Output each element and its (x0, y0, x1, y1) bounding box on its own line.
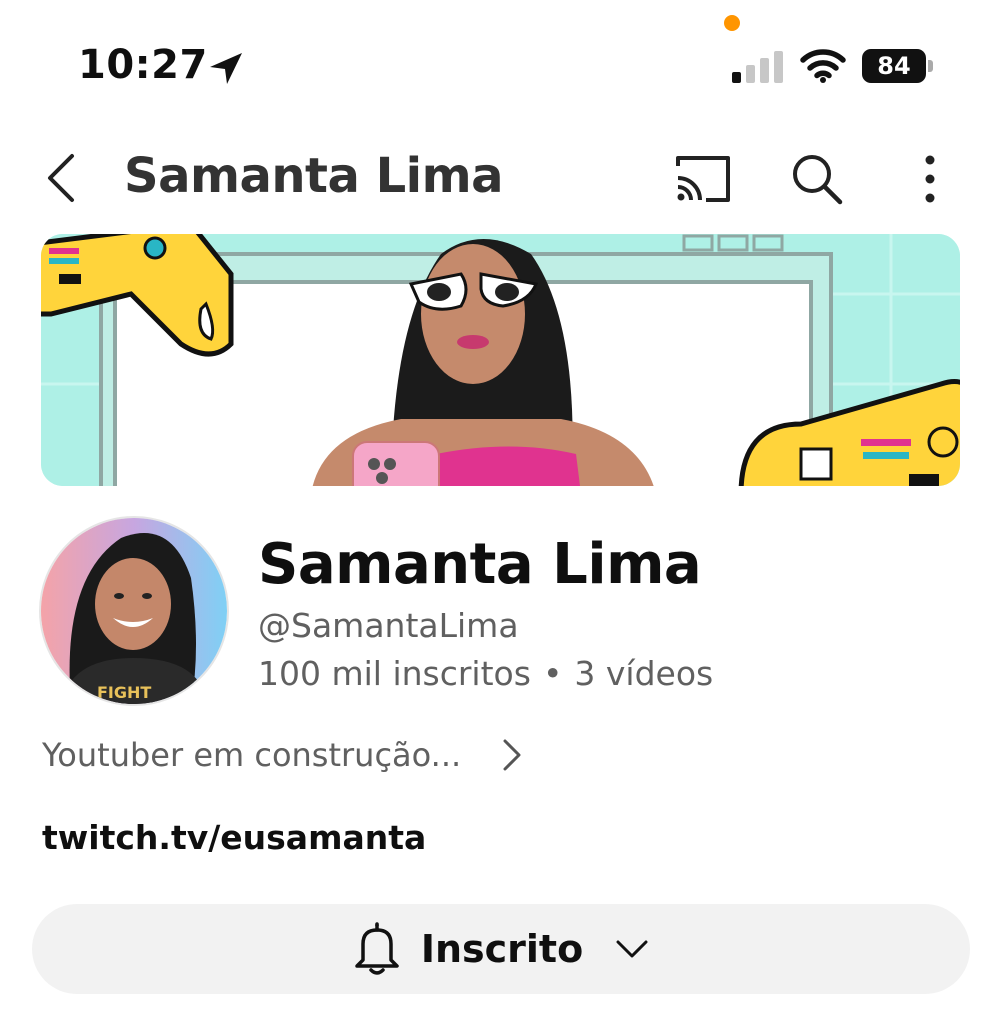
cast-icon[interactable] (672, 152, 734, 206)
channel-handle: @SamantaLima (258, 606, 519, 645)
chevron-right-icon (503, 739, 521, 771)
back-chevron-icon[interactable] (40, 148, 84, 208)
channel-description[interactable]: Youtuber em construção... (42, 733, 523, 777)
description-text: Youtuber em construção... (42, 736, 462, 774)
wifi-icon (800, 49, 846, 83)
subscriber-count: 100 mil inscritos (258, 654, 531, 693)
svg-text:FIGHT: FIGHT (97, 683, 151, 702)
video-count: 3 vídeos (574, 654, 714, 693)
channel-avatar[interactable]: FIGHT (39, 516, 229, 706)
subscribed-button[interactable]: Inscrito (32, 904, 970, 994)
channel-header-bar: Samanta Lima (0, 120, 1000, 230)
chevron-down-icon (616, 940, 648, 958)
avatar-photo: FIGHT (41, 518, 227, 704)
banner-artwork (41, 234, 960, 486)
battery-indicator: 84 (862, 49, 934, 83)
battery-percent: 84 (877, 52, 911, 80)
status-time: 10:27 (78, 42, 208, 88)
channel-name: Samanta Lima (258, 532, 702, 597)
search-icon[interactable] (788, 150, 846, 208)
location-arrow-icon (210, 53, 242, 84)
more-vertical-icon[interactable] (910, 150, 950, 208)
status-bar: 10:27 84 (0, 0, 1000, 110)
subscribed-label: Inscrito (420, 927, 584, 971)
channel-banner (41, 234, 960, 486)
channel-link[interactable]: twitch.tv/eusamanta (42, 818, 426, 857)
channel-stats: 100 mil inscritos • 3 vídeos (258, 654, 713, 693)
recording-indicator-dot (724, 15, 740, 31)
page-title: Samanta Lima (124, 148, 504, 204)
bell-icon (355, 922, 399, 975)
stats-separator: • (542, 654, 563, 693)
cellular-signal-icon (732, 51, 783, 83)
